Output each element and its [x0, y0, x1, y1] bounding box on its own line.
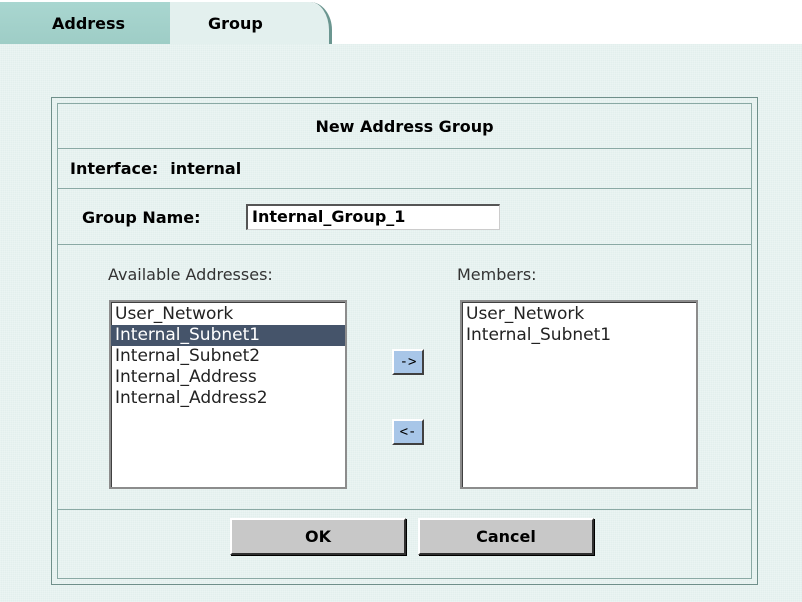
group-name-row: Group Name: Internal_Group_1 [58, 190, 751, 245]
add-member-button[interactable]: -> [392, 349, 424, 375]
dialog-title: New Address Group [315, 116, 494, 136]
members-list[interactable]: User_Network Internal_Subnet1 [460, 300, 698, 489]
available-addresses-label: Available Addresses: [108, 265, 273, 284]
remove-member-button[interactable]: <- [392, 419, 424, 445]
group-name-label: Group Name: [82, 208, 201, 227]
list-item[interactable]: User_Network [111, 304, 345, 325]
dialog-buttons-row: OK Cancel [58, 510, 751, 580]
interface-label: Interface: [70, 159, 159, 178]
interface-row: Interface: internal [58, 149, 751, 189]
content-panel: New Address Group Interface: internal Gr… [0, 44, 802, 602]
list-item-selected[interactable]: Internal_Subnet1 [111, 325, 345, 346]
interface-value: internal [170, 159, 242, 178]
new-address-group-dialog: New Address Group Interface: internal Gr… [51, 97, 758, 585]
dialog-frame: New Address Group Interface: internal Gr… [57, 103, 752, 579]
tab-address-label: Address [52, 14, 126, 33]
address-lists-row: Available Addresses: Members: User_Netwo… [58, 245, 751, 510]
available-addresses-list[interactable]: User_Network Internal_Subnet1 Internal_S… [109, 300, 347, 489]
list-item[interactable]: Internal_Subnet2 [111, 346, 345, 367]
cancel-button[interactable]: Cancel [418, 518, 594, 555]
ok-button[interactable]: OK [230, 518, 406, 555]
list-item[interactable]: Internal_Address [111, 367, 345, 388]
group-name-input[interactable]: Internal_Group_1 [246, 204, 500, 230]
tab-strip: Address Group [0, 0, 802, 44]
list-item[interactable]: User_Network [462, 304, 696, 325]
list-item[interactable]: Internal_Subnet1 [462, 325, 696, 346]
members-label: Members: [457, 265, 537, 284]
dialog-title-row: New Address Group [58, 104, 751, 149]
list-item[interactable]: Internal_Address2 [111, 388, 345, 409]
tab-group-label: Group [208, 14, 263, 33]
tab-group[interactable]: Group [170, 2, 332, 44]
